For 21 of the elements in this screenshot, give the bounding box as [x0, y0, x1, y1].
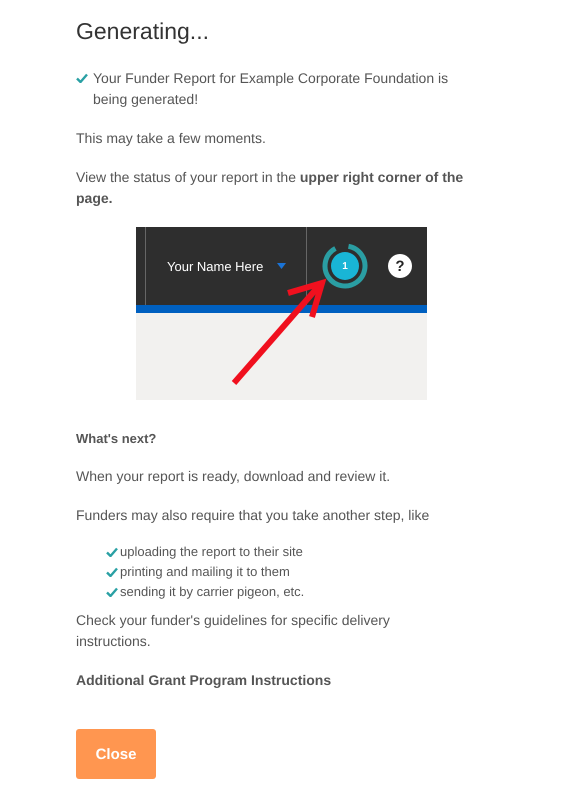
paragraph: Check your funder's guidelines for specific delivery instructions.	[76, 611, 391, 651]
section-heading: What's next?	[76, 430, 158, 448]
paragraph: Funders may also require that you take another step, like	[76, 506, 430, 525]
progress-badge: 1	[321, 242, 369, 290]
caret-icon	[277, 263, 286, 269]
help-icon: ?	[388, 254, 412, 278]
section-heading: Additional Grant Program Instructions	[76, 671, 332, 690]
dialog-title: Generating...	[76, 17, 210, 46]
check-icon	[106, 567, 118, 577]
step-item: sending it by carrier pigeon, etc.	[120, 583, 304, 601]
close-button[interactable]: Close	[76, 729, 156, 779]
success-message: Your Funder Report for Example Corporate Foundation is being generated!	[93, 69, 450, 109]
step-item: uploading the report to their site	[120, 543, 303, 561]
paragraph: When your report is ready, download and review it.	[76, 467, 392, 486]
note-text: This may take a few moments.	[76, 129, 267, 148]
step-item: printing and mailing it to them	[120, 563, 290, 581]
check-icon	[106, 547, 118, 557]
status-hint: View the status of your report in the upper right corner of the page.	[76, 168, 464, 208]
user-name: Your Name Here	[167, 258, 264, 276]
check-icon	[106, 587, 118, 597]
check-icon	[76, 73, 88, 83]
